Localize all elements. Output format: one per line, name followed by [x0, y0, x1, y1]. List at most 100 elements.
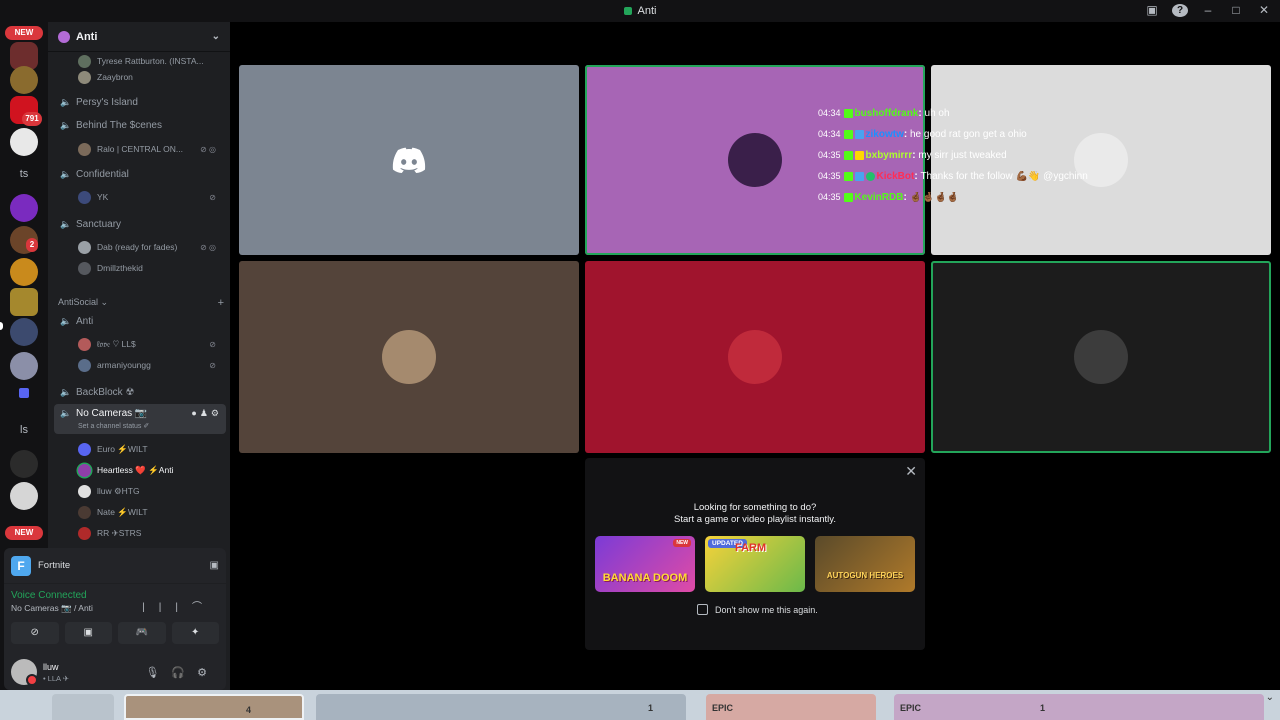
activity-card-farm[interactable]: UPDATED FARM: [705, 536, 805, 592]
stream-chat-overlay: 04:34 bushoffdrank: uh oh 04:34 zikowtw: h…: [818, 108, 1178, 213]
server-oh-yeah[interactable]: [10, 194, 38, 222]
screenshare-button[interactable]: ▣: [64, 622, 112, 644]
server-r-logo[interactable]: [10, 258, 38, 286]
activity-card-banana-doom[interactable]: NEW BANANA DOOM: [595, 536, 695, 592]
voice-status[interactable]: Voice Connected No Cameras 📷 / Anti: [11, 590, 93, 614]
avatar[interactable]: [11, 659, 38, 686]
close-icon[interactable]: ✕: [905, 463, 917, 480]
chat-message: 04:35 KickBot: Thanks for the follow 💪🏾👋 …: [818, 171, 1088, 182]
voice-channel-sanctuary[interactable]: 🔈 Sanctuary: [54, 214, 226, 234]
voice-user[interactable]: RR ✈STRS: [78, 524, 226, 542]
maximize-button[interactable]: □: [1228, 3, 1244, 17]
close-button[interactable]: ✕: [1256, 3, 1272, 17]
avatar: [78, 505, 91, 519]
muted-icon: ⊘: [209, 360, 216, 370]
speaker-icon: 🔈: [60, 408, 72, 418]
voice-channel-backblock[interactable]: 🔈 BackBlock ☢: [54, 382, 226, 402]
server-light[interactable]: [10, 482, 38, 510]
server-shield[interactable]: [10, 288, 38, 316]
server-figure[interactable]: [10, 318, 38, 346]
gear-icon[interactable]: ⚙: [197, 667, 219, 679]
account-bar: lluw • LLA ✈ 🎙🎧⚙: [4, 654, 226, 690]
taskbar-item[interactable]: EPIC 1: [894, 694, 1264, 720]
settings-icon[interactable]: ⚙: [211, 408, 222, 418]
server-ts[interactable]: ts: [10, 164, 38, 184]
noise-suppression-icon[interactable]: |||: [142, 602, 192, 613]
voice-controls: ⊘ ▣ 🎮 ✦: [11, 622, 219, 644]
chat-icon[interactable]: ●: [191, 408, 199, 418]
voice-user[interactable]: Euro ⚡WILT: [78, 440, 226, 458]
chat-message: 04:35 KevinRDB: 🤞🏾🤞🏾🤞🏾🤞🏾: [818, 192, 960, 203]
dont-show-again-checkbox[interactable]: Don't show me this again.: [697, 604, 818, 615]
server-aftermath[interactable]: [10, 66, 38, 94]
server-photo[interactable]: [10, 352, 38, 380]
chevron-down-icon[interactable]: ⌄: [212, 31, 220, 42]
voice-channel-behind-the-scenes[interactable]: 🔈 Behind The $cenes: [54, 115, 226, 135]
server-white[interactable]: [10, 128, 38, 156]
voice-connected-label: Voice Connected: [11, 590, 87, 601]
avatar: [382, 330, 436, 384]
voice-panel: F Fortnite ▣ Voice Connected No Cameras …: [4, 548, 226, 690]
taskbar-item[interactable]: [52, 694, 114, 720]
microphone-icon[interactable]: 🎙: [145, 667, 171, 679]
channel-status[interactable]: Set a channel status ✐: [78, 422, 149, 430]
inbox-icon[interactable]: ▣: [1144, 3, 1160, 17]
server-ls[interactable]: ls: [10, 420, 38, 440]
activity-row[interactable]: F Fortnite ▣: [4, 548, 226, 584]
participant-tile[interactable]: [239, 65, 579, 255]
checkbox-box[interactable]: [697, 604, 708, 615]
voice-user[interactable]: armaniyoungg ⊘: [78, 356, 226, 374]
muted-deafened-icon: ⊘ ◎: [200, 242, 216, 252]
participant-tile[interactable]: [239, 261, 579, 453]
voice-channel-no-cameras[interactable]: 🔈 No Cameras 📷 Set a channel status ✐ ●♟…: [54, 404, 226, 434]
avatar: [78, 240, 91, 254]
speaker-icon: 🔈: [60, 169, 72, 179]
voice-channel-anti[interactable]: 🔈 Anti: [54, 311, 226, 331]
voice-user[interactable]: YK ⊘: [78, 188, 226, 206]
taskbar-item-active[interactable]: 4: [124, 694, 304, 720]
speaker-icon: 🔈: [60, 219, 72, 229]
participant-tile[interactable]: [585, 261, 925, 453]
voice-user[interactable]: ℓ𝔬𝔳𝔢 ♡ LL$ ⊘: [78, 335, 226, 353]
headphones-icon[interactable]: 🎧: [171, 667, 197, 679]
server-dark[interactable]: [10, 450, 38, 478]
voice-location[interactable]: No Cameras 📷 / Anti: [11, 603, 93, 614]
fortnite-icon: F: [11, 555, 31, 576]
folder-icon[interactable]: [19, 388, 29, 398]
activity-settings-icon[interactable]: ▣: [210, 560, 219, 571]
activity-button[interactable]: 🎮: [118, 622, 166, 644]
server-icon: [58, 30, 70, 43]
chevron-down-icon[interactable]: ⌄: [1266, 692, 1274, 703]
avatar: [78, 442, 91, 456]
participant-tile-speaking[interactable]: [931, 261, 1271, 453]
voice-channel-confidential[interactable]: 🔈 Confidential: [54, 164, 226, 184]
voice-user[interactable]: Dmillzthekid: [78, 259, 226, 277]
voice-user[interactable]: lluw ⚙HTG: [78, 482, 226, 500]
taskbar-item[interactable]: EPIC: [706, 694, 876, 720]
disconnect-icon[interactable]: ⌒: [192, 602, 216, 613]
channel-actions: ●♟⚙: [191, 408, 222, 419]
voice-user[interactable]: Zaaybron: [78, 68, 226, 86]
taskbar-item[interactable]: 1: [316, 694, 686, 720]
help-icon[interactable]: ?: [1172, 3, 1188, 17]
server-header[interactable]: Anti ⌄: [48, 22, 230, 52]
voice-channel-persys-island[interactable]: 🔈 Persy's Island: [54, 92, 226, 112]
add-channel-icon[interactable]: +: [218, 297, 224, 309]
speaker-icon: 🔈: [60, 120, 72, 130]
speaker-icon: 🔈: [60, 97, 72, 107]
unread-pill: [0, 322, 3, 330]
avatar: [78, 526, 91, 540]
voice-user[interactable]: Nate ⚡WILT: [78, 503, 226, 521]
voice-user[interactable]: Ralo | CENTRAL ON... ⊘ ◎: [78, 140, 226, 158]
invite-icon[interactable]: ♟: [200, 408, 211, 418]
soundboard-button[interactable]: ✦: [171, 622, 219, 644]
popup-heading: Looking for something to do? Start a gam…: [674, 502, 836, 525]
speaker-icon: [623, 7, 632, 15]
category-antisocial[interactable]: AntiSocial ⌄ +: [58, 297, 224, 309]
voice-user[interactable]: Dab (ready for fades) ⊘ ◎: [78, 238, 226, 256]
camera-off-button[interactable]: ⊘: [11, 622, 59, 644]
activity-card-autogun-heroes[interactable]: AUTOGUN HEROES: [815, 536, 915, 592]
minimize-button[interactable]: –: [1200, 3, 1216, 17]
chat-message: 04:34 zikowtw: he good rat gon get a ohio: [818, 129, 1027, 140]
voice-user[interactable]: Heartless ❤️ ⚡Anti: [78, 461, 226, 479]
